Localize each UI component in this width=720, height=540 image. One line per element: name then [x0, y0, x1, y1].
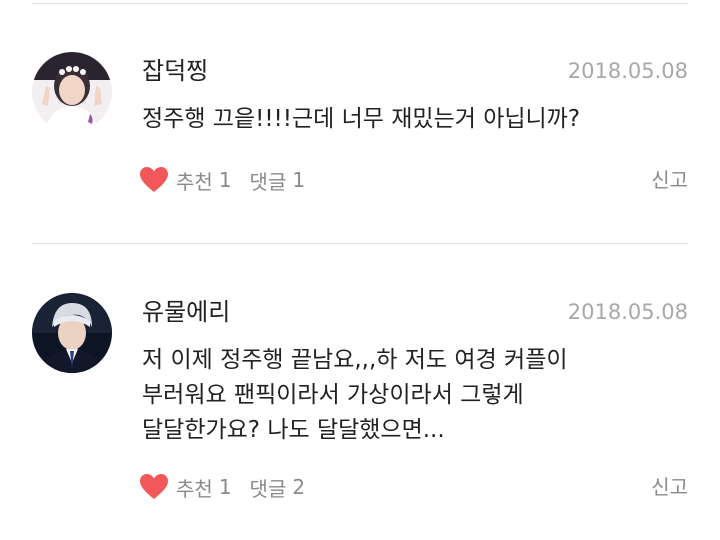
comment-body-line: 달달한가요? 나도 달달했으면...	[142, 417, 445, 443]
comment-actions: 추천 1 댓글 2	[140, 472, 305, 502]
comment-date: 2018.05.08	[567, 300, 688, 324]
avatar[interactable]	[32, 293, 112, 373]
comment-author[interactable]: 잡덕찡	[142, 54, 208, 88]
comment-actions: 추천 1 댓글 1	[140, 165, 305, 195]
profile-photo-icon	[32, 52, 112, 132]
profile-photo-icon	[32, 293, 112, 373]
comment-body: 저 이제 정주행 끝남요,,,하 저도 여경 커플이 부러워요 팬픽이라서 가상…	[142, 343, 662, 448]
like-count: 1	[218, 168, 232, 192]
reply-count: 1	[292, 168, 306, 192]
reply-count: 2	[292, 475, 306, 499]
report-button[interactable]: 신고	[651, 472, 688, 502]
comment-body-line: 부러워요 팬픽이라서 가상이라서 그렇게	[142, 382, 524, 408]
comment-body-line: 저 이제 정주행 끝남요,,,하 저도 여경 커플이	[142, 347, 568, 373]
comment-body: 정주행 끄읕!!!!근데 너무 재밌는거 아닙니까?	[142, 102, 662, 137]
comment-author[interactable]: 유물에리	[142, 295, 230, 329]
like-count: 1	[218, 475, 232, 499]
heart-icon[interactable]	[140, 167, 168, 193]
like-label[interactable]: 추천	[176, 166, 213, 195]
comment-body-line: 정주행 끄읕!!!!근데 너무 재밌는거 아닙니까?	[142, 106, 581, 132]
comment-date: 2018.05.08	[567, 59, 688, 83]
like-label[interactable]: 추천	[176, 473, 213, 502]
heart-icon[interactable]	[140, 474, 168, 500]
top-divider	[32, 3, 688, 4]
reply-label[interactable]: 댓글	[250, 473, 287, 502]
comment-divider	[32, 243, 688, 244]
report-button[interactable]: 신고	[651, 165, 688, 195]
avatar[interactable]	[32, 52, 112, 132]
reply-label[interactable]: 댓글	[250, 166, 287, 195]
